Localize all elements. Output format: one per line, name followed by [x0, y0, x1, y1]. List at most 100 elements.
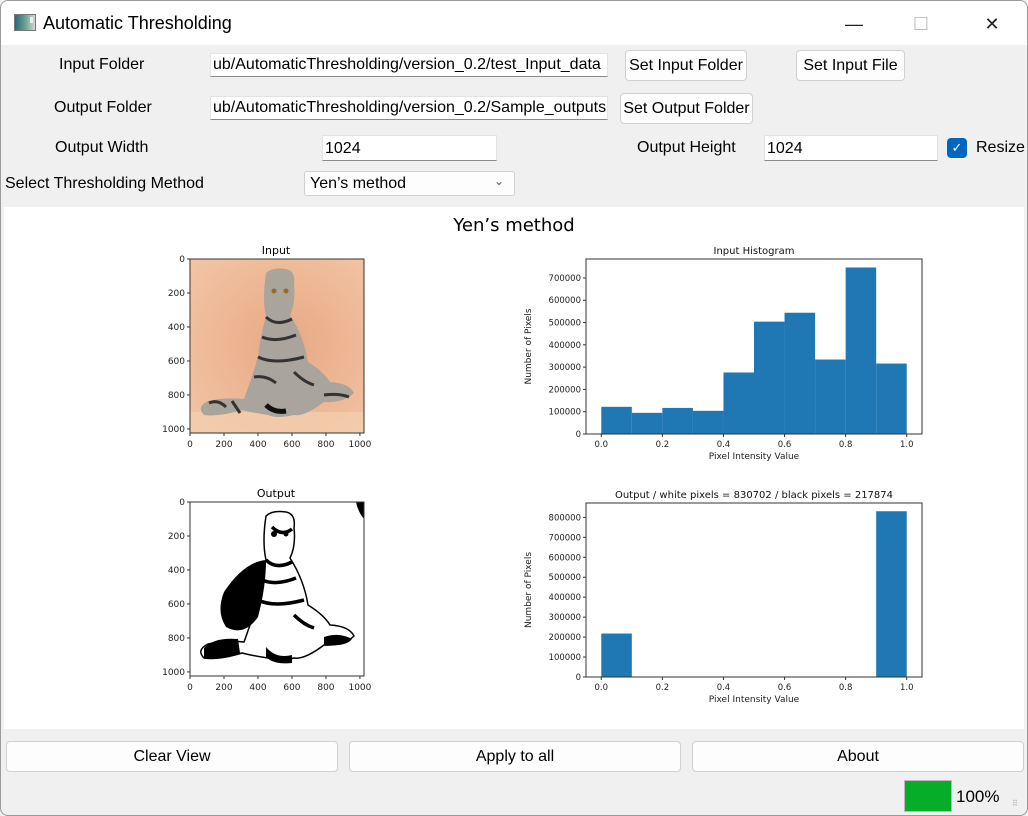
- maximize-button[interactable]: ☐: [898, 9, 944, 39]
- input-folder-label: Input Folder: [59, 56, 145, 73]
- x-tick-label: 0.0: [595, 440, 609, 450]
- histogram-bar: [601, 406, 632, 434]
- x-tick-label: 400: [249, 683, 266, 693]
- set-input-file-button[interactable]: Set Input File: [796, 50, 905, 81]
- apply-to-all-button[interactable]: Apply to all: [349, 741, 681, 772]
- y-tick-label: 500000: [549, 573, 581, 583]
- y-tick-label: 1000: [162, 425, 185, 435]
- output-height-label: Output Height: [637, 139, 736, 156]
- input-image-xticks: 0 200 400 600 800 1000: [187, 433, 372, 450]
- minimize-icon: —: [845, 13, 863, 34]
- y-tick-label: 0: [179, 498, 185, 508]
- x-tick-label: 1000: [348, 440, 371, 450]
- method-select-value: Yen’s method: [310, 175, 407, 192]
- y-tick-label: 300000: [549, 363, 581, 373]
- title-bar[interactable]: Automatic Thresholding — ☐ ✕: [1, 1, 1027, 45]
- y-tick-label: 200: [168, 289, 185, 299]
- input-folder-field[interactable]: ub/AutomaticThresholding/version_0.2/tes…: [210, 53, 608, 77]
- x-tick-label: 0: [187, 440, 193, 450]
- histogram-bar: [876, 511, 907, 677]
- x-tick-label: 0.2: [656, 683, 670, 693]
- x-axis-label: Pixel Intensity Value: [709, 452, 800, 462]
- resize-label: Resize: [976, 139, 1025, 156]
- y-tick-label: 600000: [549, 553, 581, 563]
- x-tick-label: 0.6: [778, 683, 792, 693]
- y-axis-label: Number of Pixels: [524, 552, 534, 628]
- resize-checkbox[interactable]: ✓: [947, 138, 967, 158]
- output-image: [190, 502, 364, 676]
- close-icon: ✕: [984, 13, 1000, 34]
- close-button[interactable]: ✕: [969, 9, 1015, 39]
- minimize-button[interactable]: —: [831, 9, 877, 39]
- x-tick-label: 0.8: [839, 440, 853, 450]
- y-tick-label: 200000: [549, 385, 581, 395]
- output-width-field[interactable]: 1024: [322, 135, 497, 161]
- x-tick-label: 800: [317, 440, 334, 450]
- y-tick-label: 800: [168, 391, 185, 401]
- output-image-axes: Output 0 200 400 600 800 1000 0 200 400 600 800 10…: [162, 487, 372, 693]
- y-tick-label: 700000: [549, 274, 581, 284]
- about-button[interactable]: About: [692, 741, 1024, 772]
- histogram-bar: [815, 359, 846, 434]
- y-tick-label: 800000: [549, 513, 581, 523]
- method-select[interactable]: Yen’s method ⌄: [304, 171, 515, 196]
- histogram-bar: [876, 363, 907, 434]
- input-image-yticks: 0 200 400 600 800 1000: [162, 255, 190, 435]
- app-window-icon: [14, 14, 36, 31]
- chevron-down-icon: ⌄: [493, 174, 504, 188]
- x-tick-label: 200: [215, 683, 232, 693]
- progress-fill: [905, 781, 951, 811]
- x-tick-label: 800: [317, 683, 334, 693]
- y-tick-label: 600: [168, 357, 185, 367]
- y-tick-label: 0: [576, 430, 581, 440]
- x-tick-label: 1.0: [900, 440, 914, 450]
- set-output-folder-button[interactable]: Set Output Folder: [620, 93, 753, 124]
- resize-grip[interactable]: ⠿: [1012, 799, 1022, 809]
- y-tick-label: 100000: [549, 653, 581, 663]
- x-axis-label: Pixel Intensity Value: [709, 695, 800, 705]
- y-tick-label: 400000: [549, 593, 581, 603]
- histogram-bar: [662, 407, 693, 434]
- output-image-title: Output: [257, 487, 296, 500]
- histogram-bar: [754, 321, 785, 434]
- x-tick-label: 0: [187, 683, 193, 693]
- x-tick-label: 0.6: [778, 440, 792, 450]
- y-tick-label: 0: [179, 255, 185, 265]
- figure-svg: Input 0 200 400 600 800 1000 0 200 400 600 800 100…: [162, 244, 923, 705]
- input-histogram-chart: Input Histogram 0.0 0.2 0.4 0.6 0.8 1.0 0 100000…: [524, 246, 923, 462]
- set-input-folder-button[interactable]: Set Input Folder: [625, 50, 747, 81]
- histogram-bar: [723, 372, 754, 434]
- progress-label: 100%: [956, 787, 1000, 806]
- maximize-icon: ☐: [912, 13, 930, 34]
- chart-title: Output / white pixels = 830702 / black p…: [615, 490, 893, 501]
- y-tick-label: 700000: [549, 533, 581, 543]
- output-height-field[interactable]: 1024: [764, 135, 938, 161]
- input-image-title: Input: [262, 244, 291, 257]
- histogram-bar: [601, 633, 632, 677]
- x-tick-label: 0.4: [717, 440, 731, 450]
- y-tick-label: 600000: [549, 296, 581, 306]
- output-folder-field[interactable]: ub/AutomaticThresholding/version_0.2/Sam…: [210, 96, 608, 120]
- input-image: [190, 259, 364, 433]
- x-tick-label: 600: [283, 683, 300, 693]
- plot-frame: [585, 502, 923, 678]
- chart-title: Input Histogram: [714, 246, 795, 257]
- output-width-label: Output Width: [55, 139, 149, 156]
- output-image-yticks: 0 200 400 600 800 1000: [162, 498, 190, 678]
- y-tick-label: 400: [168, 323, 185, 333]
- x-tick-label: 200: [215, 440, 232, 450]
- x-tick-label: 0.4: [717, 683, 731, 693]
- y-tick-label: 600: [168, 600, 185, 610]
- y-tick-label: 200000: [549, 633, 581, 643]
- x-tick-label: 0.2: [656, 440, 670, 450]
- histogram-bar: [845, 267, 877, 434]
- output-folder-label: Output Folder: [54, 99, 152, 116]
- input-image-axes: Input 0 200 400 600 800 1000 0 200 400 600 800 100…: [162, 244, 372, 450]
- main-window: Automatic Thresholding — ☐ ✕ Input Folde…: [0, 0, 1028, 816]
- output-histogram-chart: Output / white pixels = 830702 / black p…: [524, 490, 923, 705]
- x-tick-label: 1000: [348, 683, 371, 693]
- x-tick-label: 0.0: [595, 683, 609, 693]
- figure-canvas: Yen’s method Input 0 200 400 600 800 100…: [4, 207, 1024, 729]
- clear-view-button[interactable]: Clear View: [6, 741, 338, 772]
- method-label: Select Thresholding Method: [5, 175, 204, 192]
